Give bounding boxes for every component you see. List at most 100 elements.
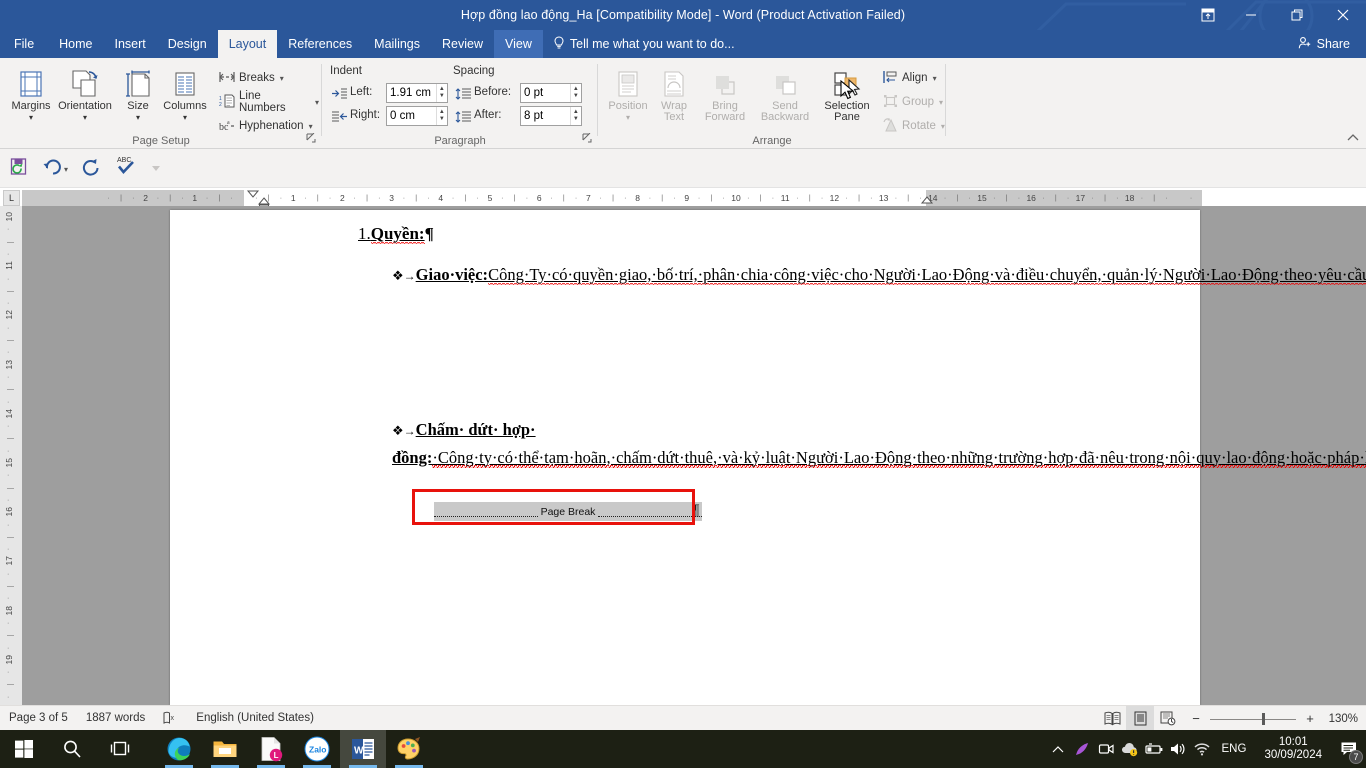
hanging-indent-marker[interactable] [257,197,271,206]
spacing-after-stepper[interactable]: ▲ ▼ [569,107,581,125]
selection-pane-button[interactable]: Selection Pane [816,62,878,130]
heading-paragraph[interactable]: 1.Quyền:¶ [358,224,434,244]
spacing-before-stepper[interactable]: ▲ ▼ [569,84,581,102]
tray-language[interactable]: ENG [1214,743,1255,755]
chevron-down-icon[interactable]: ▾ [64,165,68,174]
zoom-control[interactable]: − + [1182,711,1324,726]
indent-right-spinbox[interactable]: ▲▼ [386,106,448,126]
tab-references[interactable]: References [277,30,363,58]
hyphenation-item[interactable]: bc a Hyphenation ▾ [216,115,316,137]
share-button[interactable]: Share [1288,32,1360,56]
proofing-errors-icon[interactable]: x [154,706,187,731]
document-canvas[interactable]: 1.Quyền:¶ ❖→Giao·việc:Công·Ty·có·quyền·g… [22,206,1366,705]
vertical-ruler[interactable]: 10 · — · 11 · — · 12 · — · 13 · — · 14 · — · 15 · — · 16 · — · 17 · — ·… [0,206,22,705]
collapse-ribbon-button[interactable] [1346,133,1360,146]
status-page-number[interactable]: Page 3 of 5 [0,706,77,731]
customize-qat-button[interactable] [146,157,166,181]
taskbar-app-paint[interactable] [386,730,432,768]
search-icon[interactable] [48,730,96,768]
bullet-paragraph-2[interactable]: ❖→Chấm· dứt· hợp· đồng:·Công·ty·có·thể·t… [392,417,1366,470]
battery-icon[interactable] [1142,730,1166,768]
page-setup-dialog-launcher[interactable] [304,132,318,146]
view-print-layout-button[interactable] [1126,706,1154,731]
page-break-element[interactable]: Page Break ¶ [434,502,716,521]
send-backward-button[interactable]: Send Backward [754,62,816,130]
ribbon-display-options-icon[interactable] [1188,0,1228,30]
tab-design[interactable]: Design [157,30,218,58]
indent-left-spinbox[interactable]: ▲▼ [386,83,448,103]
right-indent-marker[interactable] [920,196,934,206]
taskbar-app-edge[interactable] [156,730,202,768]
paint-icon [397,737,420,760]
wrap-text-button[interactable]: Wrap Text [652,62,696,130]
undo-button[interactable]: ▾ [38,157,72,181]
margins-button[interactable]: Margins ▾ [4,62,58,130]
chevron-up-icon[interactable] [1046,730,1070,768]
redo-button[interactable] [78,157,104,181]
zoom-out-button[interactable]: − [1188,711,1204,726]
vertical-ruler-tick: · [7,447,10,455]
spacing-after-spinbox[interactable]: ▲▼ [520,106,582,126]
task-view-icon[interactable] [96,730,144,768]
page-break-bar[interactable]: Page Break [434,502,702,521]
spacing-before-input[interactable] [521,84,570,102]
taskbar-app-document-l[interactable]: L [248,730,294,768]
restore-icon[interactable] [1274,0,1320,30]
save-button[interactable] [6,157,32,181]
align-item[interactable]: Align ▾ [880,67,940,89]
zoom-percent-label[interactable]: 130% [1324,713,1366,725]
ruler-tick: | [464,195,467,202]
tab-view[interactable]: View [494,30,543,58]
line-numbers-item[interactable]: 12 Line Numbers ▾ [216,90,322,114]
indent-right-input[interactable] [387,107,436,125]
spelling-button[interactable]: ABC [112,155,140,179]
group-item[interactable]: Group ▾ [880,91,946,113]
document-page[interactable]: 1.Quyền:¶ ❖→Giao·việc:Công·Ty·có·quyền·g… [170,210,1366,705]
volume-icon[interactable] [1166,730,1190,768]
tab-stop-selector[interactable]: L [3,190,20,206]
taskbar-app-file-explorer[interactable] [202,730,248,768]
rotate-item[interactable]: Rotate ▾ [880,115,948,137]
zoom-in-button[interactable]: + [1302,711,1318,726]
horizontal-ruler[interactable]: 2 1 1 2 3 4 5 6 7 8 9 10 11 12 13 14 15 16 17 18 · | · · | · · | · · |… [22,190,1202,206]
columns-button[interactable]: Columns ▾ [160,62,210,130]
bullet-paragraph-1[interactable]: ❖→Giao·việc:Công·Ty·có·quyền·giao,·bố·tr… [392,262,1366,290]
paragraph-dialog-launcher[interactable] [580,132,594,146]
indent-right-stepper[interactable]: ▲ ▼ [435,107,447,125]
taskbar-app-word[interactable]: W [340,730,386,768]
taskbar-app-zalo[interactable]: Zalo [294,730,340,768]
indent-left-input[interactable] [387,84,436,102]
windows-start-icon[interactable] [0,730,48,768]
status-language[interactable]: English (United States) [187,706,323,731]
tell-me-box[interactable]: Tell me what you want to do... [543,30,745,58]
notifications-button[interactable]: 7 [1332,730,1366,768]
tray-clock[interactable]: 10:01 30/09/2024 [1254,736,1332,762]
tab-mailings[interactable]: Mailings [363,30,431,58]
bring-forward-button[interactable]: Bring Forward [696,62,754,130]
position-button[interactable]: Position ▾ [604,62,652,130]
spacing-before-spinbox[interactable]: ▲▼ [520,83,582,103]
tab-insert[interactable]: Insert [104,30,157,58]
wifi-icon[interactable] [1190,730,1214,768]
tab-layout[interactable]: Layout [217,30,278,58]
indent-left-stepper[interactable]: ▲ ▼ [435,84,447,102]
feather-icon[interactable] [1070,730,1094,768]
zoom-slider[interactable] [1210,712,1296,726]
tab-review[interactable]: Review [431,30,494,58]
orientation-button[interactable]: Orientation ▾ [56,62,114,130]
close-icon[interactable] [1320,0,1366,30]
svg-text:a: a [227,120,230,126]
minimize-icon[interactable] [1228,0,1274,30]
zoom-slider-thumb[interactable] [1262,712,1265,725]
camera-icon[interactable] [1094,730,1118,768]
spacing-after-input[interactable] [521,107,570,125]
cloud-warning-icon[interactable] [1118,730,1142,768]
tab-home[interactable]: Home [48,30,103,58]
breaks-item[interactable]: Breaks ▾ [216,67,287,89]
ruler-tick: · [894,195,898,202]
status-word-count[interactable]: 1887 words [77,706,154,731]
size-button[interactable]: Size ▾ [117,62,159,130]
view-read-mode-button[interactable] [1098,706,1126,731]
tab-file[interactable]: File [0,30,48,58]
view-web-layout-button[interactable] [1154,706,1182,731]
